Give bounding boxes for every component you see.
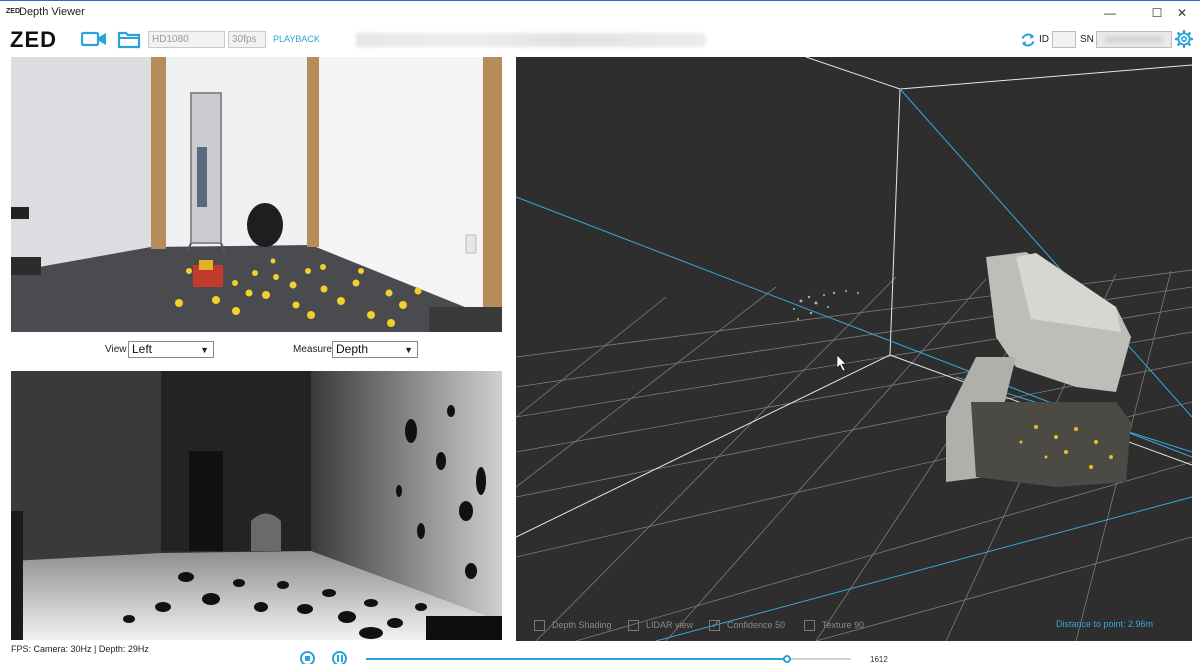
texture-label: Texture 90 <box>822 620 865 630</box>
lidar-view-checkbox[interactable] <box>628 619 639 631</box>
toolbar: ZED HD1080 30fps PLAYBACK ID SN <box>0 25 1200 55</box>
measure-select[interactable]: Depth ▼ <box>332 341 418 358</box>
confidence-label: Confidence 50 <box>727 620 786 630</box>
depth-shading-label: Depth Shading <box>552 620 612 630</box>
playback-slider[interactable] <box>366 655 851 663</box>
confidence-checkbox[interactable] <box>709 618 720 631</box>
pause-button[interactable] <box>332 651 347 664</box>
measure-label: Measure <box>293 344 332 355</box>
depth-shading-checkbox[interactable] <box>534 619 545 631</box>
depth-image <box>11 371 502 640</box>
view-label: View <box>105 344 127 355</box>
id-label: ID <box>1039 34 1049 45</box>
sn-field[interactable] <box>1096 31 1172 48</box>
app-icon: ZED <box>6 8 20 15</box>
sn-label: SN <box>1080 34 1094 45</box>
option-lidar-view[interactable]: LIDAR view <box>628 618 693 632</box>
resolution-field[interactable]: HD1080 <box>148 31 225 48</box>
texture-checkbox[interactable] <box>804 619 815 631</box>
option-depth-shading[interactable]: Depth Shading <box>534 618 612 632</box>
left-camera-image <box>11 57 502 332</box>
fps-status: FPS: Camera: 30Hz | Depth: 29Hz <box>11 644 149 654</box>
display-controls: View Left ▼ Measure Depth ▼ <box>11 341 502 359</box>
playback-slider-handle[interactable] <box>782 655 791 663</box>
file-path-field <box>356 33 706 47</box>
gear-icon[interactable] <box>1175 30 1193 48</box>
refresh-icon[interactable] <box>1020 32 1036 48</box>
playback-button[interactable]: PLAYBACK <box>273 34 320 44</box>
camera-icon[interactable] <box>81 29 107 49</box>
close-button[interactable]: ✕ <box>1164 1 1200 25</box>
id-field[interactable] <box>1052 31 1076 48</box>
title-bar: ZED Depth Viewer — ☐ ✕ <box>0 1 1200 25</box>
playback-progress <box>366 658 788 660</box>
point-cloud-canvas[interactable] <box>516 57 1192 641</box>
depth-viewer-window: ZED Depth Viewer — ☐ ✕ ZED HD1080 30fps … <box>0 0 1200 664</box>
mouse-cursor-icon <box>836 354 847 372</box>
lidar-view-label: LIDAR view <box>646 620 694 630</box>
chevron-down-icon: ▼ <box>200 345 209 355</box>
point-cloud-viewer[interactable]: Depth Shading LIDAR view Confidence 50 T… <box>516 57 1192 641</box>
chevron-down-icon: ▼ <box>404 345 413 355</box>
zed-logo: ZED <box>10 27 57 52</box>
frame-counter: 1612 <box>870 655 888 664</box>
pause-icon <box>337 655 343 662</box>
stop-icon <box>305 656 310 661</box>
fps-field[interactable]: 30fps <box>228 31 266 48</box>
view-select-value: Left <box>132 342 153 356</box>
window-title: Depth Viewer <box>19 6 85 18</box>
folder-icon[interactable] <box>117 29 143 49</box>
option-confidence[interactable]: Confidence 50 <box>709 618 785 632</box>
measure-select-value: Depth <box>336 342 369 356</box>
option-texture[interactable]: Texture 90 <box>804 618 864 632</box>
view-select[interactable]: Left ▼ <box>128 341 214 358</box>
distance-readout: Distance to point: 2.96m <box>1056 619 1154 629</box>
minimize-button[interactable]: — <box>1092 1 1128 25</box>
stop-button[interactable] <box>300 651 315 664</box>
